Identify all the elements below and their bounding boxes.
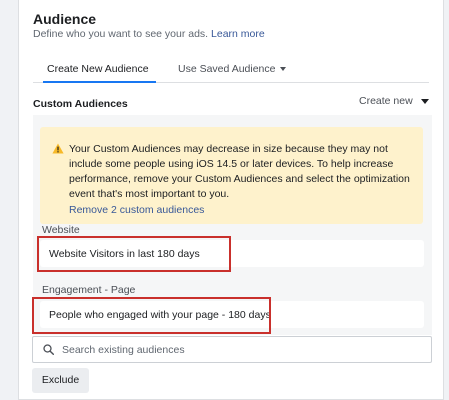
- highlight-box-website: [37, 236, 231, 272]
- learn-more-link[interactable]: Learn more: [211, 28, 265, 40]
- tab-create-new-audience[interactable]: Create New Audience: [47, 63, 149, 75]
- audience-subtitle-text: Define who you want to see your ads.: [33, 28, 209, 40]
- audience-tabs: Create New Audience Use Saved Audience: [33, 55, 429, 83]
- search-placeholder: Search existing audiences: [62, 344, 185, 356]
- active-tab-indicator: [43, 81, 156, 83]
- search-existing-audiences[interactable]: Search existing audiences: [32, 336, 432, 363]
- search-icon: [43, 344, 54, 355]
- audience-title: Audience: [33, 11, 97, 27]
- remove-custom-audiences-link[interactable]: Remove 2 custom audiences: [69, 204, 204, 216]
- chevron-down-icon: [280, 67, 287, 72]
- website-section-label: Website: [42, 224, 80, 236]
- tab-use-saved-audience[interactable]: Use Saved Audience: [178, 63, 287, 75]
- custom-audiences-label: Custom Audiences: [33, 98, 128, 110]
- create-new-dropdown[interactable]: Create new: [359, 95, 429, 107]
- tab-create-new-audience-label: Create New Audience: [47, 63, 149, 75]
- highlight-box-engagement: [32, 297, 271, 334]
- exclude-button[interactable]: Exclude: [32, 368, 89, 393]
- tab-use-saved-audience-label: Use Saved Audience: [178, 63, 276, 75]
- create-new-label: Create new: [359, 95, 413, 107]
- warning-banner: Your Custom Audiences may decrease in si…: [40, 127, 423, 224]
- warning-text: Your Custom Audiences may decrease in si…: [69, 143, 410, 200]
- engagement-section-label: Engagement - Page: [42, 284, 136, 296]
- caret-down-icon: [420, 98, 429, 104]
- audience-subtitle: Define who you want to see your ads. Lea…: [33, 28, 265, 40]
- warning-triangle-icon: [52, 143, 64, 154]
